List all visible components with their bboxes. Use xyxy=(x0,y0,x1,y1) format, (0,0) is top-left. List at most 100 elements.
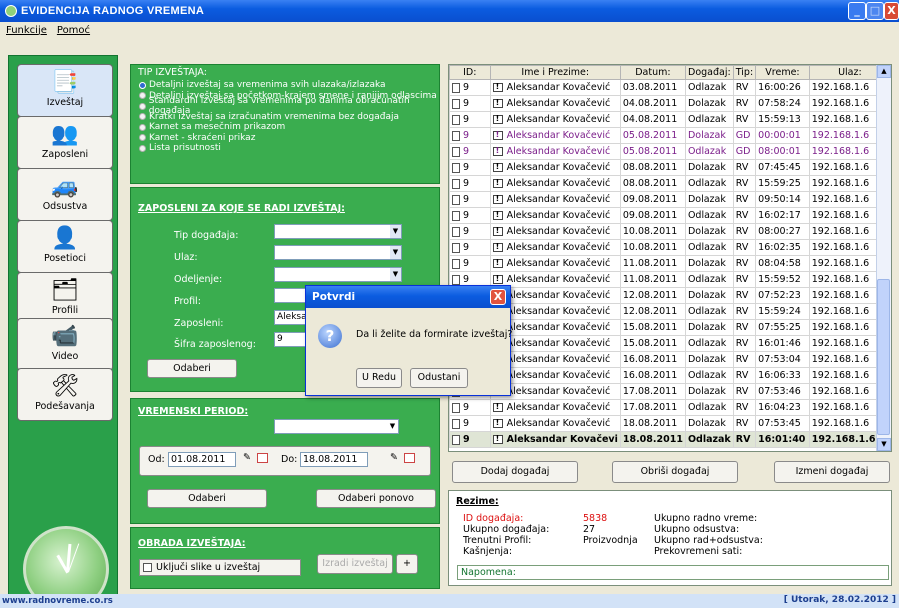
column-header[interactable]: Datum: xyxy=(619,65,686,80)
radio-button-icon[interactable] xyxy=(139,113,146,121)
table-row[interactable]: 9Aleksandar Kovačević12.08.2011DolazakRV… xyxy=(449,287,891,304)
title-bar[interactable]: EVIDENCIJA RADNOG VREMENA _ □ X xyxy=(0,0,899,22)
photo-icon xyxy=(492,258,503,268)
column-header[interactable]: Vreme: xyxy=(755,65,810,80)
nav-podesavanja[interactable]: 🛠 Podešavanja xyxy=(17,368,113,421)
table-row[interactable]: 9Aleksandar Kovačević17.08.2011DolazakRV… xyxy=(449,383,891,400)
table-row[interactable]: 9 Aleksandar Kovačević 09.08.2011 Dolazak RV… xyxy=(449,191,891,208)
table-row[interactable]: 9 Aleksandar Kovačević 10.08.2011 Dolazak RV… xyxy=(449,223,891,240)
pencil-icon[interactable]: ✎ xyxy=(243,452,251,463)
calendar-icon[interactable] xyxy=(257,453,268,463)
reselect-period-button[interactable]: Odaberi ponovo xyxy=(316,489,436,508)
nav-video[interactable]: 📹 Video xyxy=(17,318,113,371)
note-field[interactable]: Napomena: xyxy=(457,565,889,580)
website-link[interactable]: www.radnovreme.co.rs xyxy=(2,596,113,606)
event-type-select[interactable]: ▼ xyxy=(274,224,402,239)
table-row[interactable]: 9Aleksandar Kovačević16.08.2011OdlazakRV… xyxy=(449,367,891,384)
table-row[interactable]: 9Aleksandar Kovačević16.08.2011DolazakRV… xyxy=(449,351,891,368)
table-row[interactable]: 9 Aleksandar Kovačević 10.08.2011 Odlazak RV… xyxy=(449,239,891,256)
cell-value: GD xyxy=(735,146,751,157)
menu-funkcije[interactable]: Funkcije xyxy=(6,25,47,36)
table-scrollbar[interactable]: ▲ ▼ xyxy=(876,65,891,451)
entrance-select[interactable]: ▼ xyxy=(274,245,402,260)
table-row[interactable]: 9 Aleksandar Kovačević 18.08.2011 Dolazak RV… xyxy=(449,415,891,432)
from-date-input[interactable]: 01.08.2011 xyxy=(168,452,236,467)
column-header[interactable]: Ime i Prezime: xyxy=(489,65,621,80)
minimize-button[interactable]: _ xyxy=(848,2,866,20)
to-date-input[interactable]: 18.08.2011 xyxy=(300,452,368,467)
dialog-ok-button[interactable]: U Redu xyxy=(356,368,402,388)
table-cell: 9 xyxy=(449,143,491,160)
table-row[interactable]: 9 Aleksandar Kovačević 05.08.2011 Dolazak GD… xyxy=(449,127,891,144)
maximize-button[interactable]: □ xyxy=(866,2,884,20)
make-report-button[interactable]: Izradi izveštaj xyxy=(317,554,393,574)
column-header[interactable]: Tip: xyxy=(732,65,757,80)
report-type-option[interactable]: Kratki izveštaj sa izračunatim vremenima… xyxy=(139,112,439,123)
delete-event-button[interactable]: Obriši događaj xyxy=(612,461,738,483)
radio-button-icon[interactable] xyxy=(139,134,146,142)
dropdown-arrow-icon[interactable]: ▼ xyxy=(390,225,401,238)
column-header[interactable]: Događaj: xyxy=(684,65,734,80)
profiles-icon: 🗂 xyxy=(51,278,79,303)
cell-value: Dolazak xyxy=(687,194,726,205)
include-images-checkbox[interactable]: Uključi slike u izveštaj xyxy=(139,559,301,576)
add-event-button[interactable]: Dodaj događaj xyxy=(452,461,578,483)
dropdown-arrow-icon[interactable]: ▼ xyxy=(390,268,401,281)
table-cell: RV xyxy=(732,95,757,112)
report-type-option[interactable]: Detaljni izveštaj sa vremenima svih ulaz… xyxy=(139,80,439,91)
select-period-button[interactable]: Odaberi xyxy=(147,489,267,508)
report-type-option[interactable]: Lista prisutnosti xyxy=(139,143,439,154)
cell-value: Odlazak xyxy=(687,402,727,413)
menu-pomoc[interactable]: Pomoć xyxy=(57,25,90,36)
dropdown-arrow-icon[interactable]: ▼ xyxy=(387,420,398,433)
report-type-option[interactable]: Karnet sa mesečnim prikazom xyxy=(139,122,439,133)
table-cell: RV xyxy=(732,207,757,224)
table-row[interactable]: 9Aleksandar Kovačević12.08.2011OdlazakRV… xyxy=(449,303,891,320)
table-row[interactable]: 9 Aleksandar Kovačević 08.08.2011 Odlazak RV… xyxy=(449,175,891,192)
radio-button-icon[interactable] xyxy=(139,123,146,131)
radio-button-icon[interactable] xyxy=(139,144,146,152)
table-row[interactable]: 9Aleksandar Kovačević15.08.2011DolazakRV… xyxy=(449,319,891,336)
edit-event-button[interactable]: Izmeni događaj xyxy=(774,461,890,483)
cell-value: 16:02:35 xyxy=(758,242,801,253)
table-row[interactable]: 9 Aleksandar Kovačević 08.08.2011 Dolazak RV… xyxy=(449,159,891,176)
table-row[interactable]: 9 Aleksandar Kovačević 11.08.2011 Odlazak RV… xyxy=(449,271,891,288)
dialog-title-bar[interactable]: Potvrdi X xyxy=(306,286,510,308)
report-type-option[interactable]: Standardni izveštaj sa vremenima po dani… xyxy=(139,96,439,116)
add-button[interactable]: + xyxy=(396,554,418,574)
radio-button-icon[interactable] xyxy=(139,102,146,110)
pencil-icon[interactable]: ✎ xyxy=(390,452,398,463)
dialog-close-button[interactable]: X xyxy=(490,289,506,305)
nav-zaposleni[interactable]: 👥 Zaposleni xyxy=(17,116,113,169)
table-row[interactable]: 9 Aleksandar Kovačević 04.08.2011 Odlazak RV… xyxy=(449,111,891,128)
nav-odsustva[interactable]: 🚙 Odsustva xyxy=(17,168,113,221)
dropdown-arrow-icon[interactable]: ▼ xyxy=(390,246,401,259)
nav-posetioci[interactable]: 👤 Posetioci xyxy=(17,220,113,273)
table-row[interactable]: 9 Aleksandar Kovačevi 18.08.2011 Odlazak RV 1… xyxy=(449,431,891,448)
select-employee-button[interactable]: Odaberi xyxy=(147,359,237,378)
nav-izvestaj[interactable]: 📑 Izveštaj xyxy=(17,64,113,117)
report-type-option[interactable]: Karnet - skraćeni prikaz xyxy=(139,133,439,144)
cell-value: Aleksandar Kovačević xyxy=(506,210,611,221)
table-row[interactable]: 9 Aleksandar Kovačević 04.08.2011 Dolazak RV… xyxy=(449,95,891,112)
scrollbar-thumb[interactable] xyxy=(877,279,890,435)
table-row[interactable]: 9 Aleksandar Kovačević 11.08.2011 Dolazak RV… xyxy=(449,255,891,272)
table-cell: 9 xyxy=(449,191,491,208)
checkbox-box[interactable] xyxy=(143,563,152,572)
table-row[interactable]: 9 Aleksandar Kovačević 03.08.2011 Odlazak RV… xyxy=(449,79,891,96)
radio-button-icon[interactable] xyxy=(139,81,146,89)
dialog-cancel-button[interactable]: Odustani xyxy=(410,368,468,388)
department-select[interactable]: ▼ xyxy=(274,267,402,282)
scroll-up-icon[interactable]: ▲ xyxy=(877,65,891,78)
calendar-icon[interactable] xyxy=(404,453,415,463)
table-row[interactable]: 9 Aleksandar Kovačević 17.08.2011 Odlazak RV… xyxy=(449,399,891,416)
document-icon xyxy=(452,162,460,173)
table-row[interactable]: 9 Aleksandar Kovačević 09.08.2011 Odlazak RV… xyxy=(449,207,891,224)
table-row[interactable]: 9 Aleksandar Kovačević 05.08.2011 Odlazak GD… xyxy=(449,143,891,160)
scroll-down-icon[interactable]: ▼ xyxy=(877,438,891,451)
close-button[interactable]: X xyxy=(884,2,899,20)
radio-button-icon[interactable] xyxy=(139,92,146,100)
table-row[interactable]: 9Aleksandar Kovačević15.08.2011OdlazakRV… xyxy=(449,335,891,352)
column-header[interactable]: ID: xyxy=(449,65,491,80)
period-preset-select[interactable]: ▼ xyxy=(274,419,399,434)
